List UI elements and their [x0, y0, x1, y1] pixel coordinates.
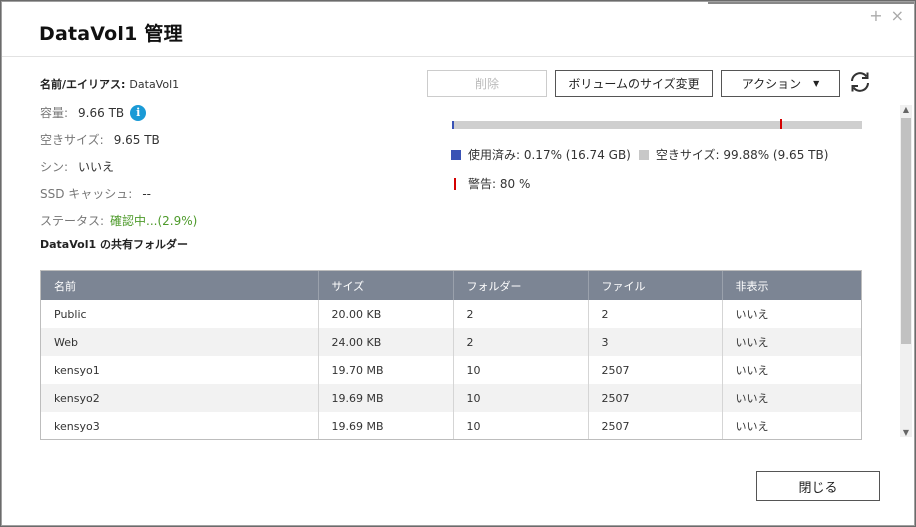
free-size-label: 空きサイズ: [40, 133, 104, 147]
cell-size: 19.70 MB [318, 356, 454, 384]
warning-legend-marker [454, 177, 456, 190]
cell-files: 2 [588, 300, 723, 328]
used-legend-swatch [451, 149, 461, 160]
close-icon[interactable]: × [891, 8, 904, 24]
plus-icon[interactable]: + [869, 8, 882, 24]
warning-legend-text: 警告: 80 % [468, 177, 531, 191]
refresh-icon[interactable] [848, 70, 872, 94]
title-divider [2, 56, 914, 57]
cell-hidden: いいえ [722, 328, 861, 356]
column-header-folders[interactable]: フォルダー [453, 271, 589, 300]
column-header-name[interactable]: 名前 [41, 271, 319, 300]
info-capacity-row: 容量: 9.66 TB i [40, 104, 147, 121]
cell-size: 24.00 KB [318, 328, 454, 356]
cell-hidden: いいえ [735, 420, 769, 433]
action-label: アクション [741, 77, 802, 91]
cell-name: Public [41, 300, 319, 328]
cell-files: 2507 [588, 412, 723, 439]
free-legend-swatch [638, 149, 649, 160]
column-header-hidden[interactable]: 非表示 [722, 271, 861, 300]
cell-name: kensyo3 [41, 412, 319, 439]
shared-folders-table: 名前 サイズ フォルダー ファイル 非表示 Public 20.00 KB 2 … [40, 270, 862, 440]
cell-hidden: いいえ [735, 364, 769, 377]
scroll-down-icon[interactable]: ▼ [900, 428, 912, 437]
cell-hidden: いいえ [722, 384, 861, 412]
status-label: ステータス: [40, 214, 105, 228]
used-legend-text: 使用済み: 0.17% (16.74 GB) [468, 148, 631, 162]
ssd-cache-value: -- [142, 186, 152, 201]
table-row[interactable]: kensyo2 19.69 MB 10 2507 いいえ [41, 384, 861, 412]
capacity-label: 容量: [40, 106, 69, 120]
name-value: DataVol1 [129, 77, 180, 91]
table-row[interactable]: Web 24.00 KB 2 3 いいえ [41, 328, 861, 356]
cell-files: 3 [588, 328, 723, 356]
free-legend-text: 空きサイズ: 99.88% (9.65 TB) [655, 148, 829, 162]
close-button[interactable]: 閉じる [756, 471, 880, 501]
warning-legend: 警告: 80 % [454, 175, 530, 192]
background-window-edge [708, 2, 914, 4]
cell-folders: 10 [453, 356, 589, 384]
vertical-scrollbar[interactable]: ▲ ▼ [900, 105, 912, 437]
cell-folders: 10 [453, 412, 589, 439]
table-row[interactable]: kensyo1 19.70 MB 10 2507 いいえ [41, 356, 861, 384]
dialog-title: DataVol1 管理 [39, 23, 183, 45]
resize-volume-button[interactable]: ボリュームのサイズ変更 [555, 70, 713, 97]
warning-threshold-marker [780, 119, 782, 129]
table-row[interactable]: Public 20.00 KB 2 2 いいえ [41, 300, 861, 328]
info-status-row: ステータス: 確認中...(2.9%) [40, 212, 197, 229]
status-value: 確認中...(2.9%) [110, 214, 198, 228]
volume-management-dialog: + × DataVol1 管理 名前/エイリアス: DataVol1 容量: 9… [1, 1, 915, 526]
info-thin-row: シン: いいえ [40, 158, 114, 175]
scroll-up-icon[interactable]: ▲ [900, 105, 912, 114]
cell-files: 2507 [588, 384, 723, 412]
table-row[interactable]: kensyo3 19.69 MB 10 2507 いいえ [41, 412, 861, 439]
name-label: 名前/エイリアス: [40, 78, 126, 91]
cell-size: 19.69 MB [318, 412, 454, 439]
info-free-row: 空きサイズ: 9.65 TB [40, 131, 160, 148]
window-controls: + × [869, 8, 904, 24]
cell-folders: 2 [453, 328, 589, 356]
cell-name: kensyo2 [41, 384, 319, 412]
cell-files: 2507 [588, 356, 723, 384]
ssd-cache-label: SSD キャッシュ: [40, 187, 133, 201]
cell-folders: 2 [453, 300, 589, 328]
column-header-size[interactable]: サイズ [318, 271, 454, 300]
cell-folders: 10 [453, 384, 589, 412]
capacity-value: 9.66 TB [78, 105, 125, 120]
scrollbar-thumb[interactable] [901, 118, 911, 344]
cell-hidden: いいえ [735, 308, 769, 321]
free-size-value: 9.65 TB [113, 132, 160, 147]
table-header-row: 名前 サイズ フォルダー ファイル 非表示 [41, 271, 861, 300]
cell-name: kensyo1 [41, 356, 319, 384]
info-name-row: 名前/エイリアス: DataVol1 [40, 76, 179, 92]
caret-down-icon: ▼ [813, 79, 820, 88]
column-header-files[interactable]: ファイル [588, 271, 723, 300]
info-ssd-row: SSD キャッシュ: -- [40, 185, 151, 202]
usage-legend: 使用済み: 0.17% (16.74 GB) 空きサイズ: 99.88% (9.… [451, 146, 828, 163]
delete-button[interactable]: 削除 [427, 70, 547, 97]
info-icon[interactable]: i [130, 104, 147, 121]
cell-name: Web [41, 328, 319, 356]
usage-used-fill [452, 121, 454, 129]
shared-folders-heading: DataVol1 の共有フォルダー [40, 238, 188, 251]
usage-bar [452, 119, 862, 129]
cell-size: 20.00 KB [318, 300, 454, 328]
action-dropdown-button[interactable]: アクション ▼ [721, 70, 840, 97]
cell-size: 19.69 MB [318, 384, 454, 412]
thin-label: シン: [40, 160, 69, 174]
thin-value: いいえ [78, 160, 115, 174]
